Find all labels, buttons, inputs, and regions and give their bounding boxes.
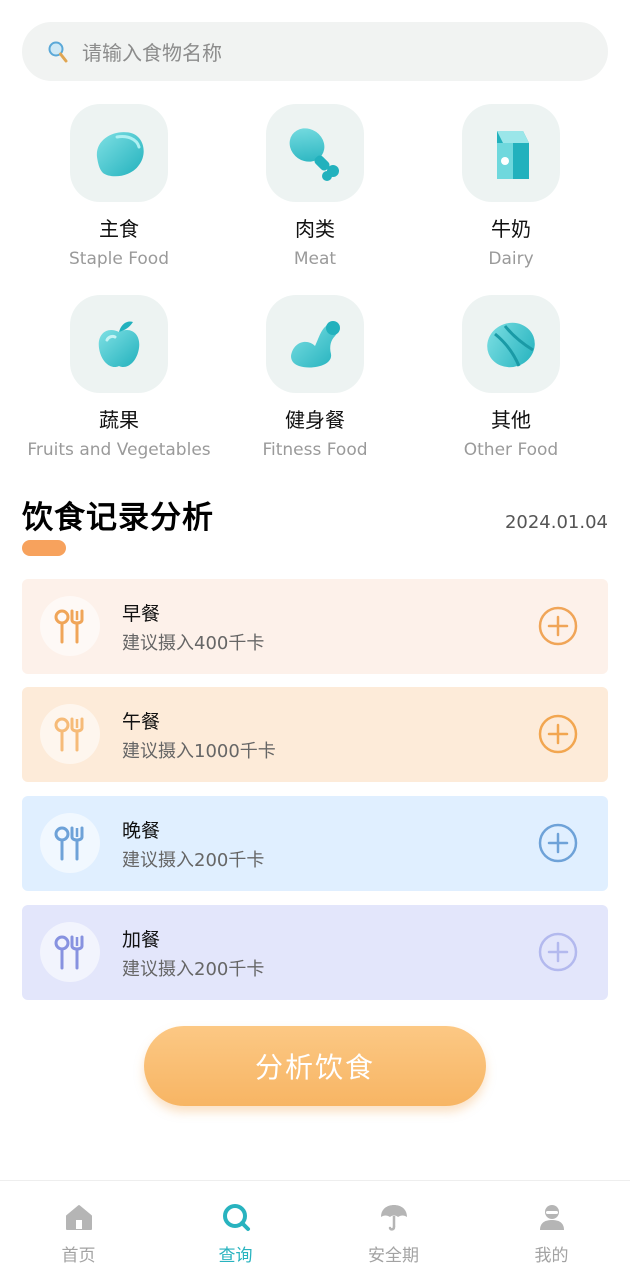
category-dairy[interactable]: 牛奶 Dairy [413, 104, 609, 270]
meal-name: 晚餐 [122, 820, 161, 842]
category-sublabel: Dairy [488, 249, 534, 269]
add-icon[interactable] [538, 714, 578, 754]
section-title-underline [22, 540, 66, 556]
meal-recommendation: 建议摄入1000千卡 [122, 741, 276, 762]
tab-label: 我的 [534, 1246, 569, 1266]
home-icon [65, 1205, 92, 1230]
category-sublabel: Other Food [463, 440, 559, 460]
section-title: 饮食记录分析 [22, 500, 214, 536]
category-tile [70, 104, 168, 202]
category-label: 健身餐 [285, 408, 345, 432]
staple-food-icon [96, 132, 144, 177]
tab-label: 安全期 [368, 1246, 419, 1266]
meal-card-breakfast[interactable]: 早餐 建议摄入400千卡 [22, 579, 608, 674]
category-staple-food[interactable]: 主食 Staple Food [21, 104, 217, 270]
tab-home[interactable]: 首页 [0, 1181, 157, 1281]
category-other-food[interactable]: 其他 Other Food [413, 295, 609, 461]
analyze-diet-button[interactable]: 分析饮食 [144, 1026, 486, 1106]
utensils-icon [40, 813, 100, 873]
tab-label: 查询 [218, 1246, 253, 1266]
meal-recommendation: 建议摄入400千卡 [122, 633, 265, 654]
category-label: 蔬果 [99, 408, 139, 432]
category-sublabel: Meat [293, 249, 337, 269]
search-bar[interactable]: 请输入食物名称 [22, 22, 608, 81]
meal-card-lunch[interactable]: 午餐 建议摄入1000千卡 [22, 687, 608, 782]
category-sublabel: Staple Food [68, 249, 170, 269]
meal-name: 早餐 [122, 603, 161, 625]
meal-recommendation: 建议摄入200千卡 [122, 959, 265, 980]
search-input[interactable]: 请输入食物名称 [82, 37, 222, 66]
category-sublabel: Fruits and Vegetables [27, 440, 211, 460]
category-tile [266, 295, 364, 393]
meal-recommendation: 建议摄入200千卡 [122, 850, 265, 871]
category-meat[interactable]: 肉类 Meat [217, 104, 413, 270]
category-label: 其他 [491, 408, 531, 432]
utensils-icon [40, 922, 100, 982]
search-query-icon [222, 1204, 250, 1231]
search-icon [48, 41, 68, 62]
category-fruits-vegetables[interactable]: 蔬果 Fruits and Vegetables [21, 295, 217, 461]
add-icon[interactable] [538, 606, 578, 646]
muscle-arm-icon [291, 321, 340, 368]
category-label: 主食 [99, 217, 139, 241]
category-tile [462, 295, 560, 393]
profile-icon [539, 1205, 564, 1230]
milk-carton-icon [497, 131, 529, 179]
meal-card-snack[interactable]: 加餐 建议摄入200千卡 [22, 905, 608, 1000]
utensils-icon [40, 596, 100, 656]
category-tile [266, 104, 364, 202]
category-tile [462, 104, 560, 202]
meal-name: 午餐 [122, 711, 161, 733]
record-date[interactable]: 2024.01.04 [505, 512, 608, 533]
tab-query[interactable]: 查询 [157, 1181, 314, 1281]
tab-label: 首页 [61, 1246, 96, 1266]
add-icon[interactable] [538, 823, 578, 863]
meal-name: 加餐 [122, 929, 161, 951]
category-sublabel: Fitness Food [262, 440, 368, 460]
bottom-tab-bar: 首页 查询 安全期 我的 [0, 1180, 630, 1281]
category-tile [70, 295, 168, 393]
other-food-icon [487, 322, 535, 368]
apple-icon [98, 321, 140, 368]
category-label: 肉类 [295, 217, 335, 241]
meal-card-dinner[interactable]: 晚餐 建议摄入200千卡 [22, 796, 608, 891]
tab-profile[interactable]: 我的 [473, 1181, 630, 1281]
tab-safe-period[interactable]: 安全期 [315, 1181, 472, 1281]
category-fitness-food[interactable]: 健身餐 Fitness Food [217, 295, 413, 461]
umbrella-icon [380, 1205, 407, 1231]
utensils-icon [40, 704, 100, 764]
category-label: 牛奶 [491, 217, 531, 241]
meat-drumstick-icon [289, 128, 339, 181]
add-icon[interactable] [538, 932, 578, 972]
